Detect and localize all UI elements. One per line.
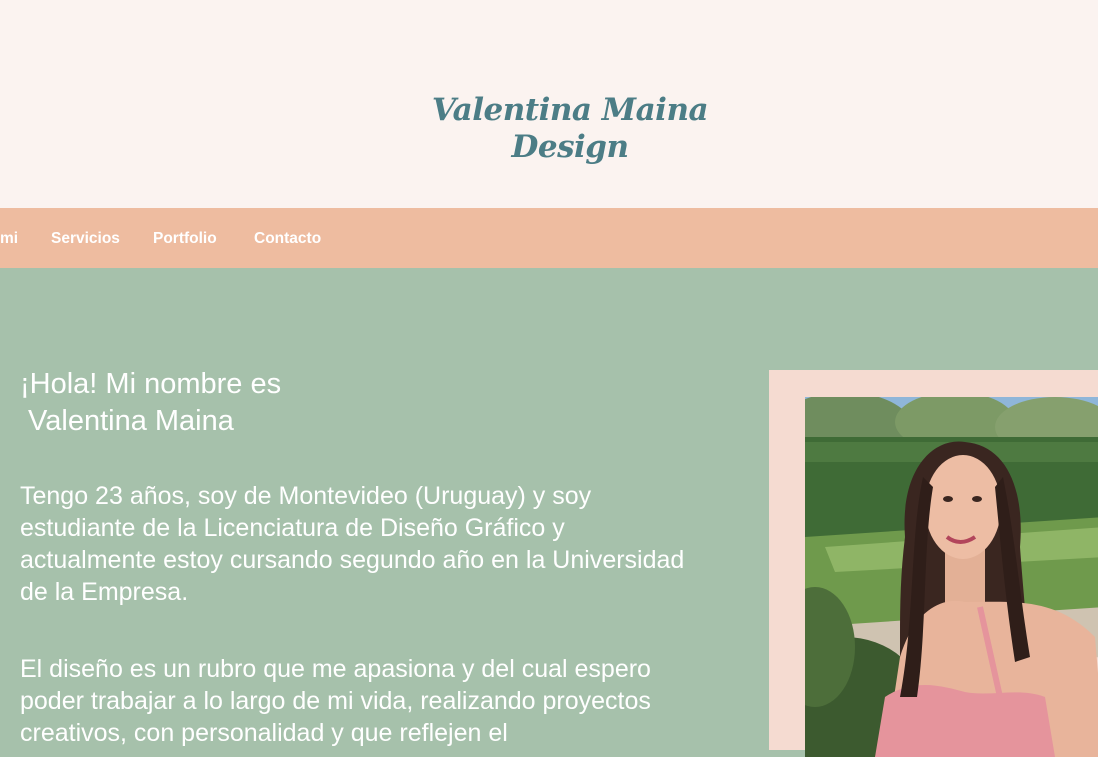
nav-item-portfolio[interactable]: Portfolio bbox=[153, 230, 217, 248]
hero-section: ¡Hola! Mi nombre es Valentina Maina Teng… bbox=[0, 268, 1098, 757]
hero-title-line-2: Valentina Maina bbox=[20, 405, 234, 437]
hero-title-line-1: ¡Hola! Mi nombre es bbox=[20, 368, 282, 400]
logo-line-2: Design bbox=[511, 129, 629, 165]
profile-photo bbox=[805, 397, 1098, 757]
bio-paragraph-1: Tengo 23 años, soy de Montevideo (Urugua… bbox=[20, 482, 685, 606]
bio-paragraph-2: El diseño es un rubro que me apasiona y … bbox=[20, 655, 651, 747]
profile-photo-frame bbox=[769, 370, 1098, 757]
nav-item-sobre-mi[interactable]: mi bbox=[0, 230, 18, 248]
hero-title: ¡Hola! Mi nombre es Valentina Maina bbox=[20, 366, 520, 440]
main-nav: mi Servicios Portfolio Contacto bbox=[0, 208, 1098, 268]
profile-photo-image bbox=[805, 397, 1098, 757]
nav-item-servicios[interactable]: Servicios bbox=[51, 230, 120, 248]
site-header: Valentina Maina Design bbox=[0, 0, 1098, 208]
nav-item-contacto[interactable]: Contacto bbox=[254, 230, 321, 248]
site-logo[interactable]: Valentina Maina Design bbox=[420, 92, 720, 166]
logo-line-1: Valentina Maina bbox=[431, 92, 709, 128]
